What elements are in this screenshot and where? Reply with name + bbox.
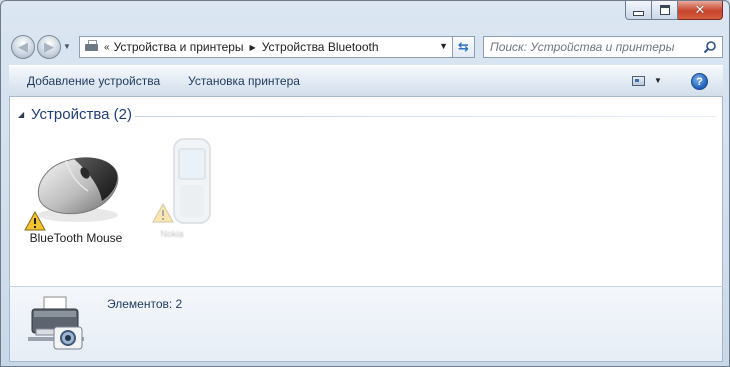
warning-icon	[152, 203, 174, 223]
breadcrumb-bluetooth-devices[interactable]: Устройства Bluetooth	[262, 40, 379, 54]
back-arrow-icon: ◀	[18, 39, 28, 54]
add-device-button[interactable]: Добавление устройства	[27, 74, 160, 88]
maximize-button[interactable]	[652, 1, 678, 20]
device-label: BlueTooth Mouse	[29, 231, 123, 245]
search-input[interactable]: Поиск: Устройства и принтеры	[490, 40, 674, 54]
help-icon[interactable]: ?	[691, 73, 708, 90]
details-pane: Элементов: 2	[9, 286, 723, 362]
group-title: Устройства (2)	[31, 106, 132, 123]
search-icon[interactable]	[703, 40, 717, 54]
minimize-button[interactable]	[625, 1, 652, 20]
group-divider	[135, 116, 716, 117]
device-label: Nokia	[160, 229, 184, 239]
breadcrumb-separator-icon[interactable]: ▶	[250, 43, 256, 52]
group-header-devices[interactable]: ◢ Устройства (2)	[10, 105, 722, 125]
view-options-dropdown-icon[interactable]: ▼	[654, 76, 662, 85]
refresh-icon: ⇆	[458, 39, 469, 54]
recent-pages-dropdown[interactable]: ▼	[63, 42, 71, 51]
refresh-button[interactable]: ⇆	[453, 36, 475, 58]
breadcrumb-devices-printers[interactable]: Устройства и принтеры	[114, 40, 244, 54]
explorer-window: ✕ ◀ ▶ ▼ « Устройства и принтеры ▶ Устрой…	[0, 0, 730, 367]
close-icon: ✕	[694, 2, 706, 18]
caption-buttons: ✕	[625, 1, 723, 20]
forward-button[interactable]: ▶	[37, 35, 61, 59]
address-bar[interactable]: « Устройства и принтеры ▶ Устройства Blu…	[79, 36, 453, 58]
item-count: Элементов: 2	[107, 297, 183, 311]
address-dropdown-icon[interactable]: ▼	[439, 41, 448, 51]
address-overflow-chevron[interactable]: «	[104, 42, 109, 53]
devices-printers-icon	[84, 40, 100, 54]
device-phone[interactable]: Nokia	[136, 137, 236, 247]
device-list: ◢ Устройства (2) BlueTooth Mouse Nokia	[9, 97, 723, 286]
close-button[interactable]: ✕	[678, 1, 723, 20]
forward-arrow-icon: ▶	[44, 39, 54, 54]
warning-icon	[24, 211, 46, 231]
printer-camera-icon	[28, 296, 84, 350]
command-bar: Добавление устройства Установка принтера…	[9, 65, 723, 97]
navigation-bar: ◀ ▶ ▼ « Устройства и принтеры ▶ Устройст…	[9, 33, 723, 61]
device-bluetooth-mouse[interactable]: BlueTooth Mouse	[24, 153, 128, 263]
phone-icon	[173, 138, 211, 224]
back-button[interactable]: ◀	[11, 35, 35, 59]
minimize-icon	[633, 10, 644, 16]
collapse-group-icon[interactable]: ◢	[18, 110, 24, 119]
install-printer-button[interactable]: Установка принтера	[188, 74, 300, 88]
maximize-icon	[659, 5, 670, 15]
search-box[interactable]: Поиск: Устройства и принтеры	[483, 36, 723, 58]
change-view-icon[interactable]	[632, 76, 645, 86]
